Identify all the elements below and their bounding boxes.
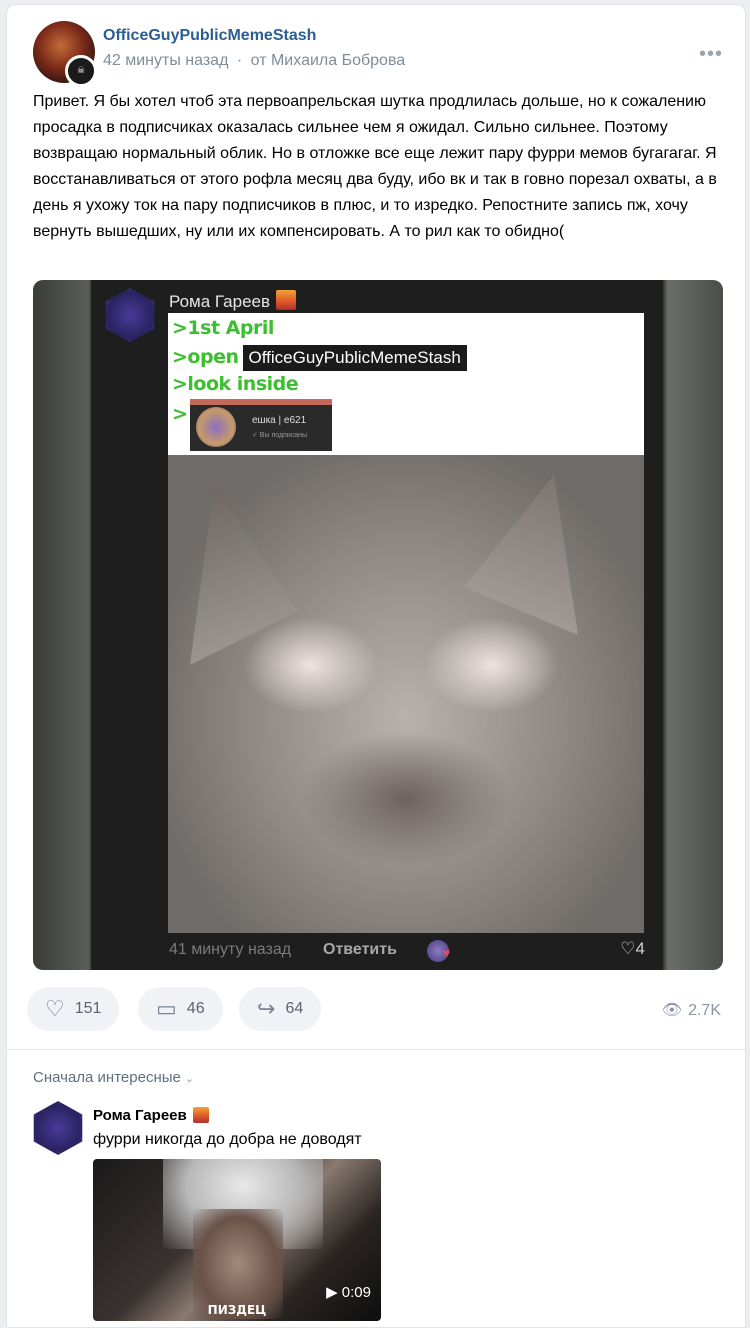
screenshot-time: 41 минуту назад [169,941,292,958]
sunset-icon [192,1107,209,1123]
video-caption: ПИЗДЕЦ [207,1303,267,1317]
comment-text: фурри никогда до добра не доводят [93,1131,362,1148]
comment-screenshot: Рома Гареев >1st April >open OfficeGuyPub… [91,280,663,970]
group-name-link[interactable]: OfficeGuyPublicMemeStash [103,27,316,45]
comment-button[interactable]: ▭ 46 [138,987,223,1031]
like-button[interactable]: ♡ 151 [27,987,120,1031]
meta-separator: · [236,52,243,69]
comment-author-avatar[interactable] [33,1101,83,1155]
heart-icon: ♡ [45,996,65,1022]
greentext-line-4: > [172,403,188,425]
views-counter: 👁 2.7K [662,1000,721,1020]
repost-count: 64 [285,1000,304,1017]
eye-icon: 👁 [661,1000,683,1019]
mini-group-subscribed: ✓ Вы подписаны [252,432,308,439]
mini-group-card: ешка | e621 ✓ Вы подписаны [190,399,332,451]
comment-author-text: Рома Гареев [93,1107,187,1124]
commenter-avatar [105,288,155,342]
screenshot-likes-count: 4 [635,939,645,958]
greentext-line-2: >open OfficeGuyPublicMemeStash [172,345,467,371]
sunset-icon [276,290,297,310]
greentext-line-2-text: >open [172,346,239,368]
heart-icon: ♥ [443,946,451,960]
post-meta: 42 минуты назад · от Михаила Боброва [103,52,405,70]
more-options-icon[interactable]: ••• [699,43,723,66]
chevron-down-icon: ⌄ [184,1073,195,1085]
comment-sort-dropdown[interactable]: Сначала интересные ⌄ [33,1069,194,1086]
comment-author-name[interactable]: Рома Гареев [93,1107,209,1124]
play-icon: ▶ [326,1284,342,1301]
comment-video[interactable]: ПИЗДЕЦ ▶ 0:09 [93,1159,381,1321]
meme-greentext: >1st April >open OfficeGuyPublicMemeStash… [168,313,644,455]
comment-count: 46 [186,1000,205,1017]
sort-label: Сначала интересные [33,1069,181,1086]
commenter-name-text: Рома Гареев [169,292,271,311]
cat-ear-right [464,475,578,635]
post-text: Привет. Я бы хотел чтоб эта первоапрельс… [33,93,717,240]
post-card: ☠ OfficeGuyPublicMemeStash 42 минуты наз… [6,4,746,1328]
greentext-line-1: >1st April [172,317,274,339]
views-count: 2.7K [688,1002,721,1019]
like-count: 151 [74,1000,102,1017]
video-duration-text: 0:09 [341,1284,371,1301]
screenshot-reply: Ответить [323,941,397,958]
divider [7,1049,745,1050]
heart-outline-icon: ♡ [620,939,636,958]
group-badge-icon: ☠ [65,55,97,87]
screenshot-likes: ♡4 [620,939,645,959]
post-time[interactable]: 42 минуты назад [103,52,228,69]
comment-icon: ▭ [156,996,177,1022]
mini-group-name: ешка | e621 [252,415,307,426]
post-image[interactable]: Рома Гареев >1st April >open OfficeGuyPub… [33,280,723,970]
commenter-name: Рома Гареев [169,290,297,312]
cat-image [168,455,644,933]
repost-button[interactable]: ↪ 64 [239,987,322,1031]
cat-ear-left [190,485,298,665]
video-duration: ▶ 0:09 [326,1283,371,1301]
share-icon: ↪ [257,996,276,1022]
mini-group-avatar [196,407,236,447]
post-author[interactable]: от Михаила Боброва [251,52,406,69]
group-name-tag: OfficeGuyPublicMemeStash [242,345,467,371]
greentext-line-3: >look inside [172,373,299,395]
